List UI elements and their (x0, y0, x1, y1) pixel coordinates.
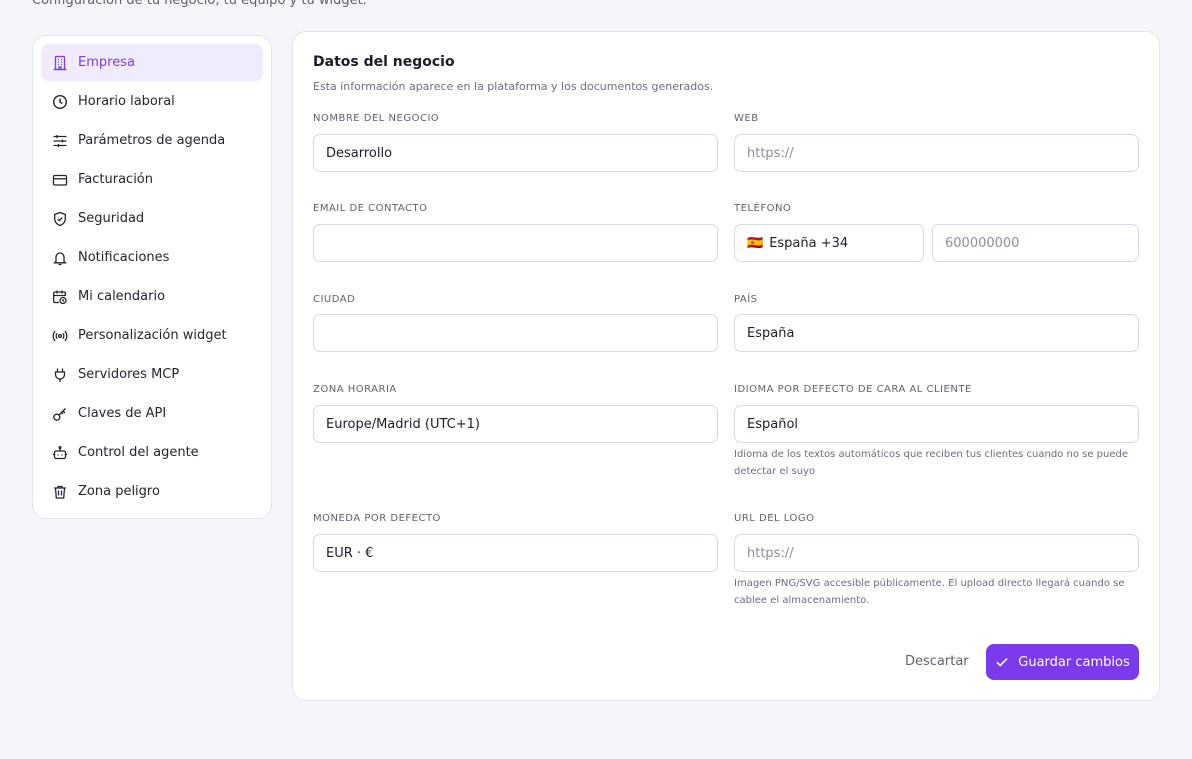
sidebar-item-label: Parámetros de agenda (78, 133, 226, 148)
bot-icon (52, 445, 68, 461)
key-icon (52, 406, 68, 422)
sidebar-item-label: Facturación (78, 172, 153, 187)
clock-icon (52, 94, 68, 110)
web-input[interactable]: https:// (734, 134, 1139, 172)
sidebar-item-label: Seguridad (78, 211, 145, 226)
sidebar-item-label: Servidores MCP (78, 367, 180, 382)
email-label: EMAIL DE CONTACTO (313, 203, 428, 214)
language-select[interactable]: Español (734, 405, 1139, 443)
settings-sidebar: Empresa Horario laboral Parámetros de ag… (32, 35, 272, 519)
sidebar-item-personalizacion-widget[interactable]: Personalización widget (41, 317, 263, 354)
phone-label: TELÉFONO (734, 203, 792, 214)
save-button[interactable]: Guardar cambios (986, 644, 1139, 680)
card-title: Datos del negocio (313, 54, 455, 70)
trash-icon (52, 484, 68, 500)
sliders-icon (52, 133, 68, 149)
sidebar-item-empresa[interactable]: Empresa (41, 44, 263, 81)
logo-url-input[interactable]: https:// (734, 534, 1139, 572)
broadcast-icon (52, 328, 68, 344)
sidebar-item-servidores-mcp[interactable]: Servidores MCP (41, 356, 263, 393)
timezone-label: ZONA HORARIA (313, 384, 397, 395)
card-description: Esta información aparece en la plataform… (313, 80, 714, 93)
sidebar-item-label: Control del agente (78, 445, 199, 460)
logo-url-label: URL DEL LOGO (734, 513, 815, 524)
spain-flag-icon: 🇪🇸 (747, 235, 764, 251)
phone-country-select[interactable]: 🇪🇸 España +34 (734, 224, 924, 262)
country-label: PAÍS (734, 294, 758, 305)
credit-card-icon (52, 172, 68, 188)
save-button-label: Guardar cambios (1018, 654, 1130, 670)
sidebar-item-label: Empresa (78, 55, 135, 70)
shield-check-icon (52, 211, 68, 227)
sidebar-item-parametros-agenda[interactable]: Parámetros de agenda (41, 122, 263, 159)
language-help: Idioma de los textos automáticos que rec… (734, 446, 1139, 480)
sidebar-item-zona-peligro[interactable]: Zona peligro (41, 473, 263, 510)
sidebar-item-notificaciones[interactable]: Notificaciones (41, 239, 263, 276)
logo-url-help-line2: cablee el almacenamiento. (734, 595, 870, 606)
web-placeholder: https:// (747, 145, 794, 161)
language-value: Español (747, 416, 799, 432)
check-icon (996, 658, 1008, 667)
language-help-line1: Idioma de los textos automáticos que rec… (734, 449, 1128, 460)
sidebar-item-mi-calendario[interactable]: Mi calendario (41, 278, 263, 315)
sidebar-item-label: Personalización widget (78, 328, 227, 343)
business-name-label: NOMBRE DEL NEGOCIO (313, 113, 440, 124)
email-input[interactable] (313, 224, 718, 262)
sidebar-item-horario-laboral[interactable]: Horario laboral (41, 83, 263, 120)
country-value: España (747, 325, 795, 341)
timezone-value: Europe/Madrid (UTC+1) (326, 416, 480, 432)
currency-value: EUR · € (326, 545, 374, 561)
logo-url-help-line1: Imagen PNG/SVG accesible públicamente. E… (734, 578, 1125, 589)
currency-label: MONEDA POR DEFECTO (313, 513, 441, 524)
phone-placeholder: 600000000 (945, 235, 1020, 251)
city-input[interactable] (313, 314, 718, 352)
sidebar-item-label: Horario laboral (78, 94, 175, 109)
bell-icon (52, 250, 68, 266)
business-name-input[interactable]: Desarrollo (313, 134, 718, 172)
phone-number-input[interactable]: 600000000 (932, 224, 1139, 262)
phone-country-value: España +34 (769, 235, 849, 251)
plug-icon (52, 367, 68, 383)
city-label: CIUDAD (313, 294, 356, 305)
sidebar-item-seguridad[interactable]: Seguridad (41, 200, 263, 237)
business-details-card: Datos del negocio Esta información apare… (292, 31, 1160, 701)
logo-url-help: Imagen PNG/SVG accesible públicamente. E… (734, 575, 1139, 609)
sidebar-item-label: Zona peligro (78, 484, 160, 499)
logo-url-placeholder: https:// (747, 545, 794, 561)
web-label: WEB (734, 113, 759, 124)
building-icon (52, 55, 68, 71)
page-subtitle: Configuración de tu negocio, tu equipo y… (32, 0, 367, 8)
sidebar-item-label: Claves de API (78, 406, 167, 421)
country-select[interactable]: España (734, 314, 1139, 352)
business-name-value: Desarrollo (326, 145, 393, 161)
sidebar-item-facturacion[interactable]: Facturación (41, 161, 263, 198)
currency-select[interactable]: EUR · € (313, 534, 718, 572)
language-label: IDIOMA POR DEFECTO DE CARA AL CLIENTE (734, 384, 972, 395)
sidebar-item-label: Mi calendario (78, 289, 166, 304)
calendar-clock-icon (52, 289, 68, 305)
discard-button[interactable]: Descartar (905, 654, 969, 669)
sidebar-item-label: Notificaciones (78, 250, 170, 265)
sidebar-item-control-agente[interactable]: Control del agente (41, 434, 263, 471)
sidebar-item-claves-api[interactable]: Claves de API (41, 395, 263, 432)
timezone-select[interactable]: Europe/Madrid (UTC+1) (313, 405, 718, 443)
language-help-line2: detectar el suyo (734, 466, 816, 477)
